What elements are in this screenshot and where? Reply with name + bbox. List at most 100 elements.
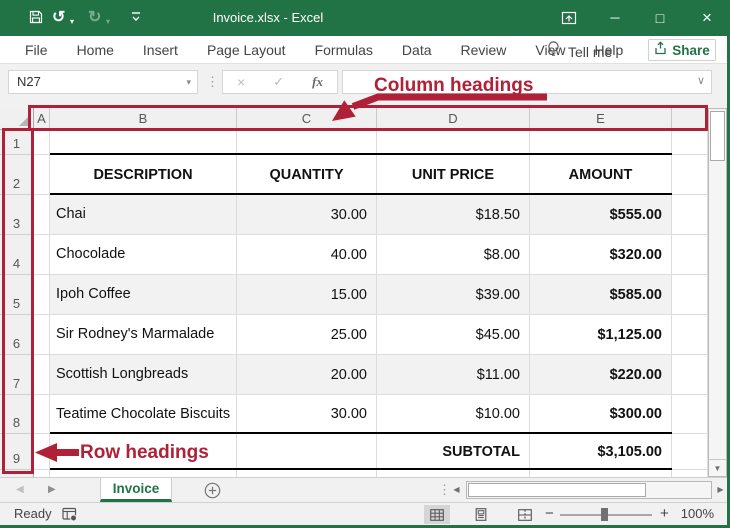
cell[interactable] [34,275,50,315]
cancel-icon[interactable]: × [237,74,245,90]
cell[interactable] [50,130,237,155]
zoom-level[interactable]: 100% [678,503,714,525]
tab-insert[interactable]: Insert [143,42,178,58]
cell[interactable] [672,395,708,434]
cell[interactable] [377,470,530,477]
maximize-button[interactable]: □ [643,0,677,36]
cell[interactable] [672,470,708,477]
sheet-tab-invoice[interactable]: Invoice [100,478,172,502]
cell-unit-price[interactable]: $11.00 [377,355,530,395]
customize-quick-access-icon[interactable] [130,9,142,28]
tab-formulas[interactable]: Formulas [315,42,373,58]
cell[interactable] [530,130,672,155]
zoom-out-button[interactable]: − [545,503,554,524]
formula-bar-expand-icon[interactable]: ∨ [697,74,705,87]
tab-home[interactable]: Home [77,42,114,58]
cell[interactable] [672,235,708,275]
cell[interactable] [672,155,708,195]
page-break-preview-button[interactable] [512,505,538,524]
cell-quantity[interactable]: 20.00 [237,355,377,395]
cell[interactable] [237,130,377,155]
page-layout-view-button[interactable] [468,505,494,524]
cell-unit-price[interactable]: $39.00 [377,275,530,315]
cell-quantity[interactable]: 30.00 [237,395,377,434]
macro-record-icon[interactable] [62,507,78,527]
cell[interactable] [237,434,377,470]
cell[interactable] [672,130,708,155]
cell-subtotal-value[interactable]: $3,105.00 [530,434,672,470]
ribbon-display-options-icon[interactable] [552,0,586,36]
cell[interactable] [34,395,50,434]
cell[interactable] [34,235,50,275]
close-button[interactable]: × [690,0,724,36]
cell[interactable] [672,195,708,235]
cell-amount[interactable]: $320.00 [530,235,672,275]
tab-data[interactable]: Data [402,42,432,58]
cell-unit-price[interactable]: $18.50 [377,195,530,235]
tab-page-layout[interactable]: Page Layout [207,42,286,58]
vertical-scrollbar-thumb[interactable] [710,111,725,161]
tab-review[interactable]: Review [461,42,507,58]
scroll-left-icon[interactable]: ◀ [448,481,465,499]
zoom-in-button[interactable]: + [660,503,669,524]
cell-description[interactable]: Ipoh Coffee [50,275,237,315]
cell[interactable] [50,470,237,477]
cell-description[interactable]: Chocolade [50,235,237,275]
tab-file[interactable]: File [25,42,48,58]
undo-icon[interactable]: ↺ [52,9,65,27]
save-icon[interactable] [28,9,44,30]
redo-dropdown-icon[interactable]: ▾ [106,13,110,31]
cell-quantity[interactable]: 40.00 [237,235,377,275]
insert-function-icon[interactable]: fx [312,74,323,90]
cell-description[interactable]: Sir Rodney's Marmalade [50,315,237,355]
cell[interactable] [672,355,708,395]
cell-amount[interactable]: $555.00 [530,195,672,235]
vertical-scrollbar[interactable]: ▼ [708,108,727,477]
minimize-button[interactable]: ─ [598,0,632,36]
enter-icon[interactable]: ✓ [273,74,284,90]
cell-unit-price[interactable]: $10.00 [377,395,530,434]
scroll-down-icon[interactable]: ▼ [709,459,726,476]
cell[interactable] [672,315,708,355]
cell[interactable] [34,195,50,235]
cell-amount[interactable]: $585.00 [530,275,672,315]
cell[interactable] [377,130,530,155]
header-quantity[interactable]: QUANTITY [237,155,377,195]
cell-quantity[interactable]: 25.00 [237,315,377,355]
cell[interactable] [672,275,708,315]
horizontal-scrollbar-thumb[interactable] [468,483,646,497]
header-description[interactable]: DESCRIPTION [50,155,237,195]
new-sheet-icon[interactable] [204,482,221,504]
cell-unit-price[interactable]: $8.00 [377,235,530,275]
sheet-prev-icon[interactable]: ◀ [16,478,24,502]
undo-dropdown-icon[interactable]: ▾ [70,13,74,31]
cell-description[interactable]: Scottish Longbreads [50,355,237,395]
header-amount[interactable]: AMOUNT [530,155,672,195]
cell-unit-price[interactable]: $45.00 [377,315,530,355]
cell[interactable] [530,470,672,477]
share-button[interactable]: Share [648,39,716,61]
header-unit-price[interactable]: UNIT PRICE [377,155,530,195]
sheet-next-icon[interactable]: ▶ [48,478,56,502]
cell[interactable] [34,315,50,355]
cell[interactable] [672,434,708,470]
cell[interactable] [34,434,50,470]
separator-dots[interactable]: ⋮ [206,70,219,94]
cell[interactable] [34,355,50,395]
cell-description[interactable]: Chai [50,195,237,235]
normal-view-button[interactable] [424,505,450,524]
cell-amount[interactable]: $300.00 [530,395,672,434]
tell-me-control[interactable]: Tell me [546,40,612,63]
zoom-slider-thumb[interactable] [601,508,608,521]
cell-description[interactable]: Teatime Chocolate Biscuits [50,395,237,434]
cell[interactable] [237,470,377,477]
redo-icon[interactable]: ↻ [88,9,101,27]
cell-quantity[interactable]: 30.00 [237,195,377,235]
name-box-dropdown-icon[interactable]: ▾ [186,71,191,93]
cell-amount[interactable]: $1,125.00 [530,315,672,355]
cell-amount[interactable]: $220.00 [530,355,672,395]
cell[interactable] [34,155,50,195]
cell-quantity[interactable]: 15.00 [237,275,377,315]
horizontal-scrollbar[interactable] [466,481,712,499]
name-box[interactable]: N27 ▾ [8,70,198,94]
